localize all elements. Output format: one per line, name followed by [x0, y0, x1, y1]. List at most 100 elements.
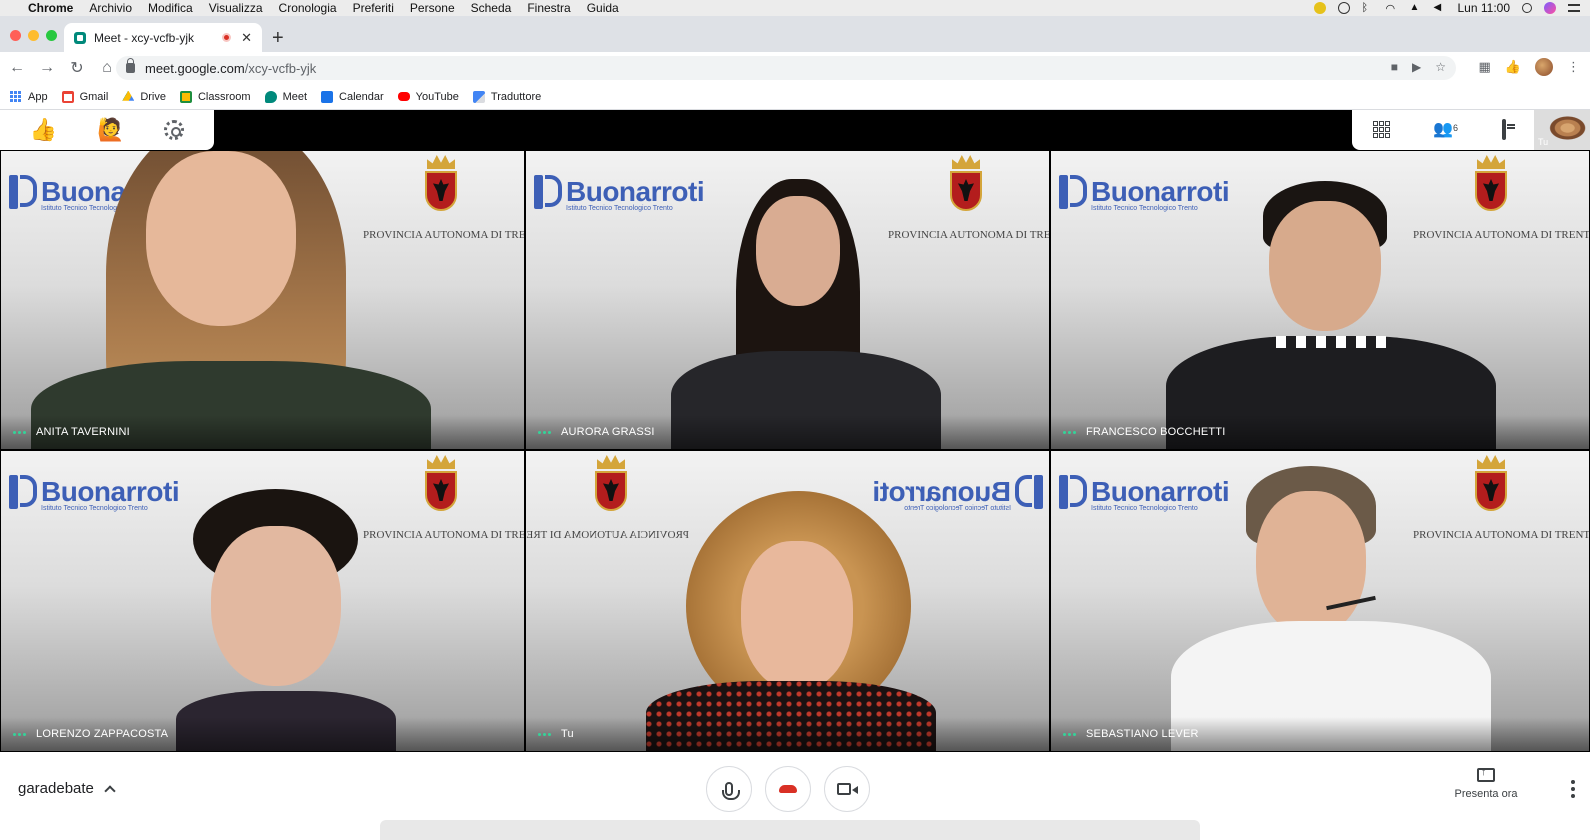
- more-options-icon[interactable]: [538, 732, 551, 736]
- participant-video: [526, 151, 1049, 449]
- participant-tile[interactable]: Buonarroti Istituto Tecnico Tecnologico …: [1050, 450, 1590, 752]
- participant-name: Tu: [561, 728, 574, 740]
- participant-name-bar: AURORA GRASSI: [526, 415, 1049, 449]
- chrome-toolbar: ← → ↻ ⌂ meet.google.com /xcy-vcfb-yjk ■ …: [0, 52, 1590, 84]
- menu-chrome[interactable]: Chrome: [28, 1, 73, 15]
- participant-name: LORENZO ZAPPACOSTA: [36, 728, 169, 740]
- menubar-status-area: ᛒ ◠ ▲ ◀ Lun 11:00: [1313, 0, 1580, 16]
- airplay-icon[interactable]: ▲: [1410, 2, 1422, 14]
- people-button[interactable]: 👥 6: [1432, 119, 1458, 141]
- present-now-button[interactable]: Presenta ora: [1446, 766, 1526, 800]
- bookmark-youtube[interactable]: YouTube: [397, 90, 459, 103]
- bookmark-calendar[interactable]: Calendar: [321, 90, 384, 103]
- raise-hand-icon[interactable]: 🙋: [97, 119, 124, 141]
- menu-persone[interactable]: Persone: [410, 1, 455, 15]
- participant-tile[interactable]: Buonarroti Istituto Tecnico Tecnologico …: [0, 450, 525, 752]
- calendar-icon: [321, 90, 334, 103]
- bookmark-star-icon[interactable]: ☆: [1435, 60, 1446, 74]
- gear-icon[interactable]: [164, 120, 185, 140]
- meet-icon: [264, 90, 277, 103]
- bookmark-traduttore[interactable]: Traduttore: [472, 90, 541, 103]
- meeting-details-toggle[interactable]: garadebate: [18, 780, 116, 797]
- profile-avatar[interactable]: [1535, 58, 1553, 76]
- bookmarks-bar: App Gmail Drive Classroom Meet Calendar …: [0, 84, 1590, 110]
- participant-tile[interactable]: Buonarroti Istituto Tecnico Tecnologico …: [0, 150, 525, 450]
- more-options-icon[interactable]: [1063, 732, 1076, 736]
- participant-video: [1051, 451, 1589, 751]
- bookmark-label: YouTube: [415, 90, 459, 103]
- close-window-button[interactable]: [10, 30, 21, 41]
- bluetooth-icon[interactable]: ᛒ: [1362, 2, 1374, 14]
- tab-title: Meet - xcy-vcfb-yjk: [94, 30, 195, 45]
- participant-name-bar: FRANCESCO BOCCHETTI: [1051, 415, 1589, 449]
- tab-meet[interactable]: Meet - xcy-vcfb-yjk ✕: [64, 23, 262, 52]
- menubar-clock[interactable]: Lun 11:00: [1458, 1, 1511, 15]
- time-machine-icon[interactable]: [1337, 2, 1350, 14]
- bookmark-label: App: [28, 90, 48, 103]
- microphone-button[interactable]: [706, 766, 752, 812]
- status-app-icon[interactable]: [1313, 2, 1326, 14]
- menu-finestra[interactable]: Finestra: [527, 1, 570, 15]
- zoom-window-button[interactable]: [46, 30, 57, 41]
- chat-button[interactable]: [1493, 119, 1515, 141]
- gmail-icon: [61, 90, 74, 103]
- chrome-menu-icon[interactable]: ⋮: [1567, 59, 1580, 75]
- menu-scheda[interactable]: Scheda: [471, 1, 512, 15]
- more-options-button[interactable]: [1571, 780, 1575, 798]
- extension-grid-icon[interactable]: ▦: [1479, 59, 1491, 75]
- camera-in-use-icon[interactable]: ■: [1391, 60, 1398, 74]
- participant-name: SEBASTIANO LEVER: [1086, 728, 1199, 740]
- address-bar[interactable]: meet.google.com /xcy-vcfb-yjk ■ ▶ ☆: [116, 56, 1456, 80]
- bookmark-meet[interactable]: Meet: [264, 90, 307, 103]
- more-options-icon[interactable]: [1063, 430, 1076, 434]
- bookmark-label: Classroom: [197, 90, 251, 103]
- menu-archivio[interactable]: Archivio: [89, 1, 132, 15]
- participant-tile-self[interactable]: Buonarroti Istituto Tecnico Tecnologico …: [525, 450, 1050, 752]
- participant-tile[interactable]: Buonarroti Istituto Tecnico Tecnologico …: [1050, 150, 1590, 450]
- back-arrow-icon[interactable]: ←: [4, 59, 30, 77]
- more-options-icon[interactable]: [13, 732, 26, 736]
- new-tab-button[interactable]: +: [272, 28, 284, 48]
- minimize-window-button[interactable]: [28, 30, 39, 41]
- spotlight-search-icon[interactable]: [1522, 3, 1532, 13]
- camera-button[interactable]: [824, 766, 870, 812]
- bookmark-gmail[interactable]: Gmail: [61, 90, 109, 103]
- meet-extension-tools: 👍 🙋: [0, 110, 214, 150]
- thumbs-up-reaction-icon[interactable]: 👍: [30, 119, 57, 141]
- present-screen-icon: [1477, 766, 1495, 782]
- volume-icon[interactable]: ◀: [1434, 2, 1446, 14]
- participant-tile[interactable]: Buonarroti Istituto Tecnico Tecnologico …: [525, 150, 1050, 450]
- camera-access-icon[interactable]: ▶: [1412, 60, 1421, 74]
- menu-visualizza[interactable]: Visualizza: [209, 1, 263, 15]
- macos-dock-edge: [380, 820, 1200, 840]
- bookmark-classroom[interactable]: Classroom: [179, 90, 251, 103]
- wifi-icon[interactable]: ◠: [1386, 2, 1398, 15]
- reload-icon[interactable]: ↻: [64, 58, 90, 78]
- omnibox-actions: ■ ▶ ☆: [1391, 60, 1446, 74]
- tab-close-button[interactable]: ✕: [241, 30, 252, 46]
- bookmark-app[interactable]: App: [10, 90, 48, 103]
- lock-icon[interactable]: [126, 58, 135, 73]
- participant-name: AURORA GRASSI: [561, 426, 655, 438]
- chrome-tab-strip: Meet - xcy-vcfb-yjk ✕ +: [0, 16, 1590, 52]
- more-options-icon[interactable]: [13, 430, 26, 434]
- self-view-thumbnail[interactable]: Tu: [1534, 110, 1590, 150]
- siri-icon[interactable]: [1544, 2, 1556, 14]
- notification-center-icon[interactable]: [1568, 4, 1580, 12]
- more-options-icon[interactable]: [538, 430, 551, 434]
- bookmark-label: Drive: [140, 90, 166, 103]
- recording-indicator-icon: [222, 33, 232, 42]
- menu-cronologia[interactable]: Cronologia: [279, 1, 337, 15]
- menu-modifica[interactable]: Modifica: [148, 1, 193, 15]
- participant-video: [1, 451, 524, 751]
- bookmark-label: Gmail: [79, 90, 109, 103]
- forward-arrow-icon[interactable]: →: [34, 59, 60, 77]
- extension-thumbs-up-icon[interactable]: 👍: [1505, 59, 1521, 75]
- meet-top-bar: 👍 🙋 👥 6 Tu: [0, 110, 1590, 150]
- menu-preferiti[interactable]: Preferiti: [353, 1, 394, 15]
- bookmark-drive[interactable]: Drive: [122, 90, 166, 103]
- grid-view-button[interactable]: [1371, 119, 1393, 141]
- toolbar-extensions: ▦ 👍 ⋮: [1479, 58, 1580, 76]
- menu-guida[interactable]: Guida: [587, 1, 619, 15]
- hang-up-button[interactable]: [765, 766, 811, 812]
